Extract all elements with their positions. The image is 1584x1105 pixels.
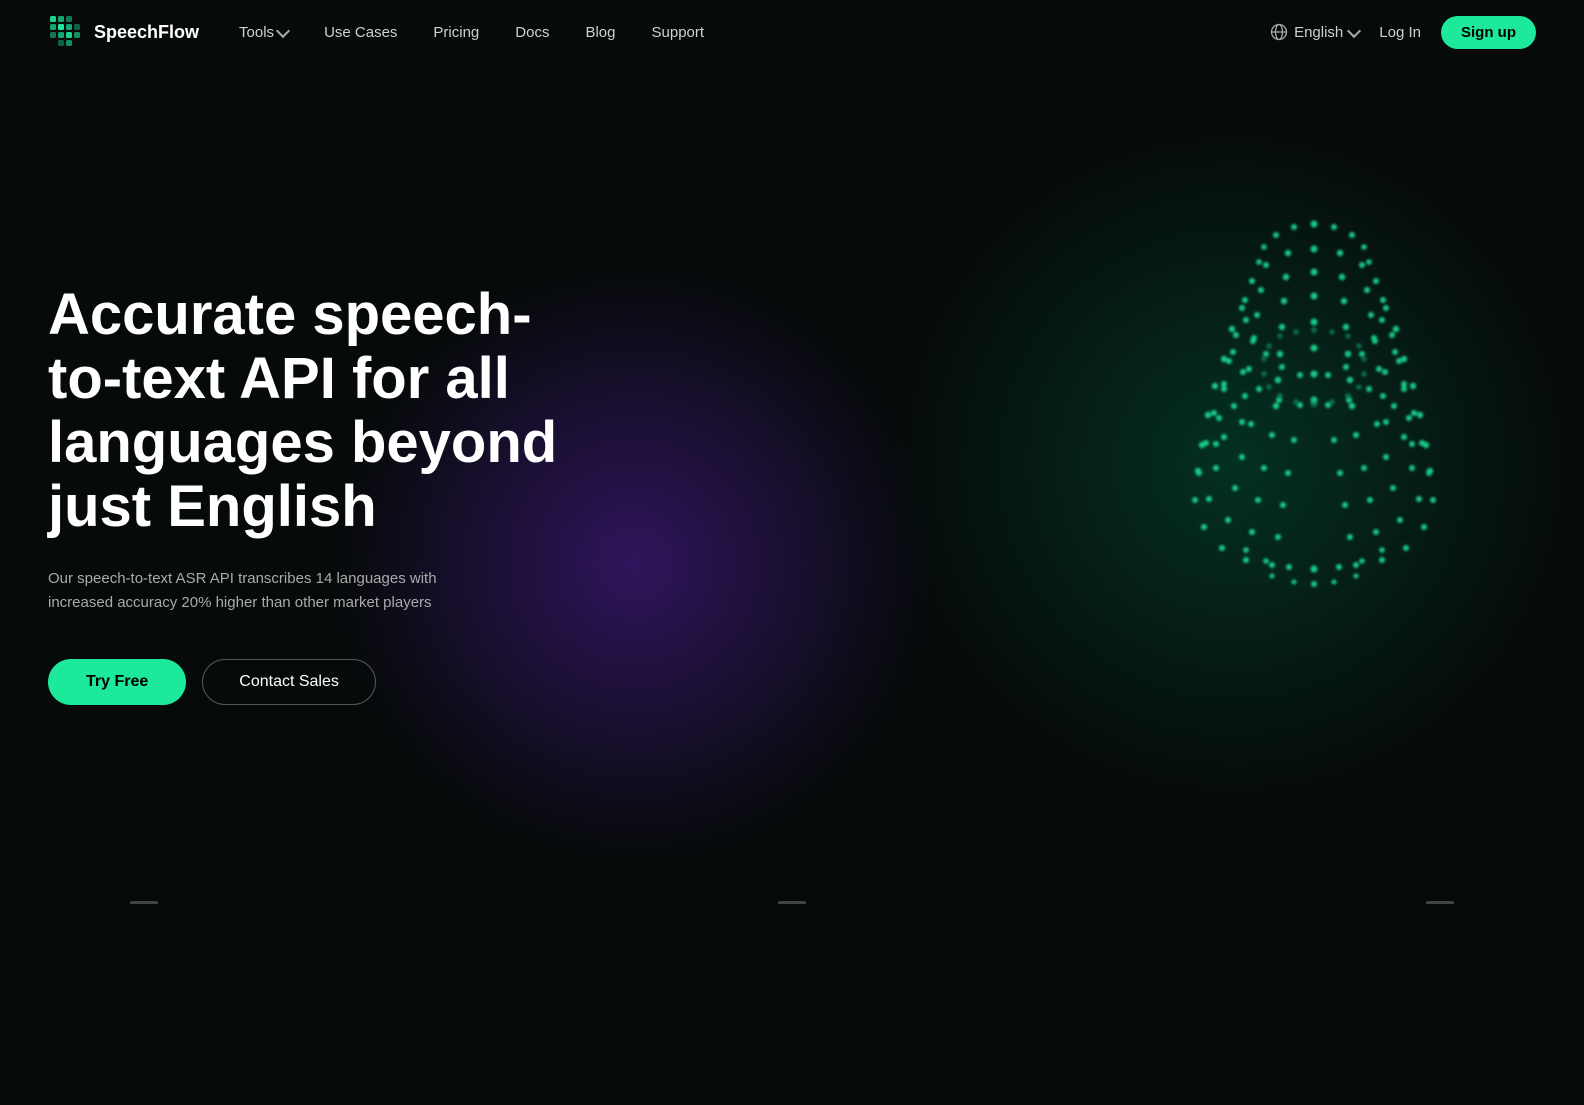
nav-right: English Log In Sign up [1270,16,1536,49]
nav-item-pricing[interactable]: Pricing [433,24,479,41]
logo-text: SpeechFlow [94,22,199,43]
hero-visual [1104,104,1524,624]
nav-item-blog[interactable]: Blog [585,24,615,41]
nav-left: SpeechFlow Tools Use Cases Pricing Docs … [48,14,704,50]
hero-headline: Accurate speech-to-text API for all lang… [48,283,572,538]
logo-icon [48,14,84,50]
indicator-3 [1426,901,1454,904]
logo[interactable]: SpeechFlow [48,14,199,50]
language-selector[interactable]: English [1270,23,1359,41]
nav-links: Tools Use Cases Pricing Docs Blog Suppor… [239,24,704,41]
lang-chevron-icon [1347,23,1361,37]
indicator-2 [778,901,806,904]
chevron-down-icon [276,23,290,37]
hero-buttons: Try Free Contact Sales [48,659,572,705]
nav-item-docs[interactable]: Docs [515,24,549,41]
hero-subtext: Our speech-to-text ASR API transcribes 1… [48,567,468,615]
scroll-indicators [0,901,1584,904]
signup-button[interactable]: Sign up [1441,16,1536,49]
globe-icon [1270,23,1288,41]
login-button[interactable]: Log In [1379,24,1421,41]
fingerprint-illustration [1104,104,1524,624]
indicator-1 [130,901,158,904]
nav-item-tools[interactable]: Tools [239,24,288,41]
hero-content: Accurate speech-to-text API for all lang… [0,283,620,704]
navbar: SpeechFlow Tools Use Cases Pricing Docs … [0,0,1584,64]
contact-sales-button[interactable]: Contact Sales [202,659,376,705]
try-free-button[interactable]: Try Free [48,659,186,705]
hero-section: Accurate speech-to-text API for all lang… [0,64,1584,964]
nav-item-use-cases[interactable]: Use Cases [324,24,397,41]
nav-item-support[interactable]: Support [652,24,705,41]
